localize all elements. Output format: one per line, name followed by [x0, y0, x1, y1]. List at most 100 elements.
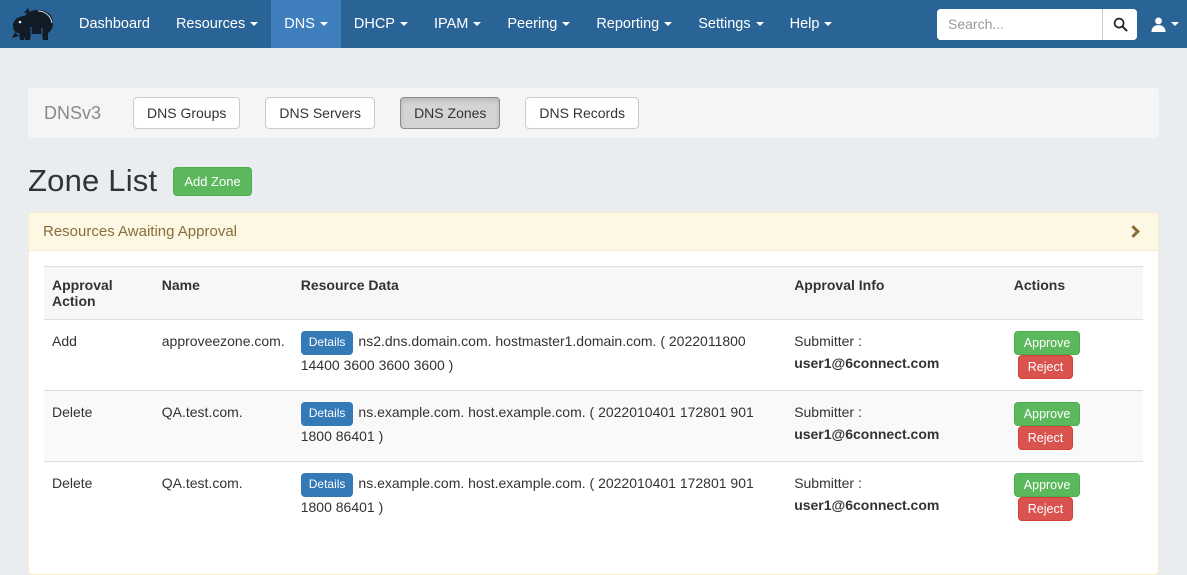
cell-resource-data: Details ns.example.com. host.example.com.…: [292, 390, 787, 462]
details-button[interactable]: Details: [300, 331, 354, 355]
submitter-email: user1@6connect.com: [794, 354, 940, 371]
main-content: Zone List Add Zone Resources Awaiting Ap…: [28, 163, 1159, 575]
cell-name: approveezone.com.: [153, 319, 293, 391]
caret-down-icon: [319, 22, 328, 26]
approval-panel-title: Resources Awaiting Approval: [43, 223, 238, 240]
table-header-row: Approval Action Name Resource Data Appro…: [44, 266, 1143, 320]
cell-name: QA.test.com.: [153, 390, 293, 462]
table-row: Delete QA.test.com. Details ns.example.co…: [44, 461, 1143, 532]
table-row: Delete QA.test.com. Details ns.example.co…: [44, 390, 1143, 462]
submitter-email: user1@6connect.com: [794, 425, 940, 442]
approve-button[interactable]: Approve: [1013, 331, 1081, 355]
subnav-tab-label: DNS Zones: [414, 105, 487, 121]
search-button[interactable]: [1102, 8, 1137, 40]
header-name: Name: [153, 266, 293, 320]
nav-item[interactable]: Help: [777, 0, 846, 48]
header-approval-action: Approval Action: [44, 266, 154, 320]
cell-resource-data: Details ns.example.com. host.example.com.…: [292, 461, 787, 532]
dnsv3-label: DNSv3: [44, 102, 102, 123]
caret-down-icon: [1171, 22, 1179, 26]
cell-approval-info: Submitter : user1@6connect.com: [786, 461, 1006, 532]
resource-data-text: ns2.dns.domain.com. hostmaster1.domain.c…: [300, 333, 746, 373]
nav-list: Dashboard Resources DNS DHCP IPAM Peerin…: [66, 0, 845, 48]
subnav-tab[interactable]: DNS Records: [525, 97, 640, 129]
dnsv3-toolbar: DNSv3 DNS Groups DNS Servers DNS Zones D…: [28, 88, 1159, 138]
navbar-right: [937, 0, 1187, 48]
table-body: Add approveezone.com. Details ns2.dns.dom…: [44, 319, 1143, 532]
search-box: [937, 8, 1137, 40]
cell-approval-action: Delete: [44, 390, 154, 462]
caret-down-icon: [562, 22, 571, 26]
cell-actions: ApproveReject: [1005, 461, 1143, 532]
header-resource-data: Resource Data: [292, 266, 787, 320]
nav-item-label: Peering: [507, 16, 558, 32]
cell-resource-data: Details ns2.dns.domain.com. hostmaster1.d…: [292, 319, 787, 391]
cell-name: QA.test.com.: [153, 461, 293, 532]
caret-down-icon: [824, 22, 833, 26]
subnav-tab[interactable]: DNS Zones: [400, 97, 501, 129]
approval-panel-header[interactable]: Resources Awaiting Approval: [29, 213, 1158, 251]
header-approval-info: Approval Info: [786, 266, 1006, 320]
nav-item-label: IPAM: [433, 16, 469, 32]
brand-logo[interactable]: [0, 0, 66, 48]
subnav-tabs: DNS Groups DNS Servers DNS Zones DNS Rec…: [133, 97, 664, 129]
nav-item-label: DNS: [284, 16, 315, 32]
caret-down-icon: [250, 22, 259, 26]
cell-approval-info: Submitter : user1@6connect.com: [786, 390, 1006, 462]
page-title: Zone List: [28, 163, 158, 198]
nav-item[interactable]: DNS: [271, 0, 341, 48]
details-button[interactable]: Details: [300, 402, 354, 426]
header-actions: Actions: [1005, 266, 1143, 320]
cell-approval-action: Add: [44, 319, 154, 391]
nav-item[interactable]: Resources: [163, 0, 271, 48]
nav-item-label: Dashboard: [79, 16, 150, 32]
nav-item[interactable]: Settings: [685, 0, 776, 48]
approval-panel-body: Approval Action Name Resource Data Appro…: [29, 251, 1158, 574]
subnav-tab[interactable]: DNS Servers: [265, 97, 376, 129]
caret-down-icon: [755, 22, 764, 26]
chevron-right-icon[interactable]: [1127, 225, 1140, 238]
nav-item[interactable]: Peering: [494, 0, 583, 48]
nav-item[interactable]: IPAM: [421, 0, 494, 48]
approval-panel: Resources Awaiting Approval Approval Act…: [28, 212, 1159, 575]
rhino-logo-icon: [12, 8, 53, 40]
cell-actions: ApproveReject: [1005, 319, 1143, 391]
nav-item-label: Reporting: [596, 16, 660, 32]
nav-item-label: Settings: [698, 16, 751, 32]
resource-data-text: ns.example.com. host.example.com. ( 2022…: [300, 475, 754, 515]
caret-down-icon: [399, 22, 408, 26]
nav-item-label: Resources: [175, 16, 246, 32]
search-icon: [1113, 17, 1128, 32]
subnav-tab-label: DNS Records: [539, 105, 626, 121]
details-button[interactable]: Details: [300, 473, 354, 497]
user-menu[interactable]: [1150, 16, 1179, 33]
add-zone-button[interactable]: Add Zone: [173, 166, 252, 196]
nav-item[interactable]: Reporting: [583, 0, 685, 48]
submitter-label: Submitter :: [794, 333, 862, 349]
reject-button[interactable]: Reject: [1017, 355, 1074, 379]
submitter-email: user1@6connect.com: [794, 496, 940, 513]
subnav-tab-label: DNS Servers: [279, 105, 362, 121]
page-header: Zone List Add Zone: [28, 163, 1159, 199]
approval-table: Approval Action Name Resource Data Appro…: [44, 266, 1143, 532]
cell-approval-info: Submitter : user1@6connect.com: [786, 319, 1006, 391]
cell-actions: ApproveReject: [1005, 390, 1143, 462]
caret-down-icon: [664, 22, 673, 26]
table-row: Add approveezone.com. Details ns2.dns.dom…: [44, 319, 1143, 391]
reject-button[interactable]: Reject: [1017, 497, 1074, 521]
resource-data-text: ns.example.com. host.example.com. ( 2022…: [300, 404, 754, 444]
reject-button[interactable]: Reject: [1017, 426, 1074, 450]
subnav-tab-label: DNS Groups: [147, 105, 227, 121]
approve-button[interactable]: Approve: [1013, 402, 1081, 426]
subnav-tab[interactable]: DNS Groups: [133, 97, 241, 129]
approve-button[interactable]: Approve: [1013, 473, 1081, 497]
nav-item-label: DHCP: [353, 16, 395, 32]
nav-item[interactable]: DHCP: [341, 0, 421, 48]
submitter-label: Submitter :: [794, 404, 862, 420]
nav-item[interactable]: Dashboard: [66, 0, 163, 48]
caret-down-icon: [473, 22, 482, 26]
nav-item-label: Help: [789, 16, 820, 32]
top-navbar: Dashboard Resources DNS DHCP IPAM Peerin…: [0, 0, 1187, 48]
search-input[interactable]: [937, 8, 1102, 40]
user-icon: [1151, 17, 1166, 32]
